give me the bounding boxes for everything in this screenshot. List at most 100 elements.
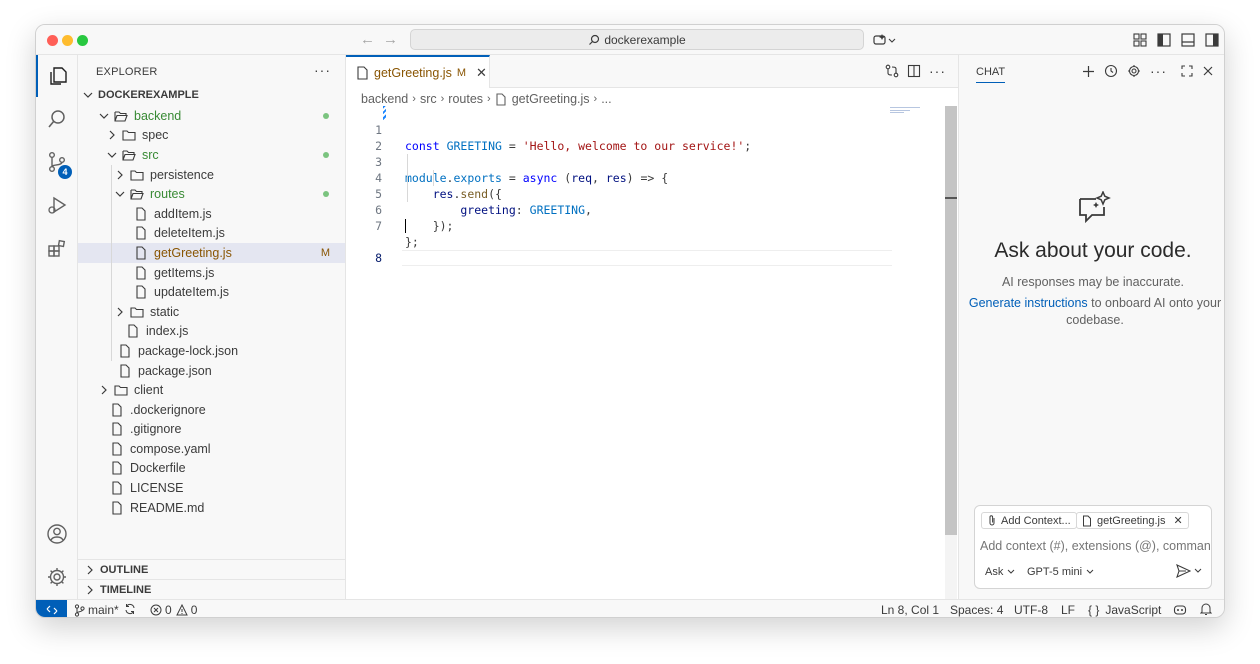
command-center-search[interactable]: dockerexample <box>410 29 864 50</box>
breadcrumb-item[interactable]: src <box>420 92 437 106</box>
tree-folder-item[interactable]: persistence <box>78 165 345 185</box>
tree-file-item[interactable]: .dockerignore <box>78 400 345 420</box>
encoding[interactable]: UTF-8 <box>1014 603 1048 617</box>
problems-indicator[interactable]: 0 0 <box>150 603 197 617</box>
copilot-icon <box>1173 605 1187 615</box>
tree-file-item[interactable]: README.md <box>78 498 345 518</box>
history-icon[interactable] <box>1104 64 1118 78</box>
editor-scrollbar-thumb[interactable] <box>945 106 957 535</box>
workspace-root[interactable]: DOCKEREXAMPLE <box>82 89 199 101</box>
indent-guide <box>111 165 112 361</box>
copilot-menu[interactable] <box>872 32 896 48</box>
gutter-change-indicator[interactable] <box>383 106 386 120</box>
language-mode[interactable]: { } JavaScript <box>1088 603 1161 617</box>
editor-area: getGreeting.js M ✕ ··· backend › src › r… <box>346 55 958 599</box>
explorer-more-actions[interactable]: ··· <box>314 62 331 78</box>
code-line: 4 res.send({ <box>346 154 946 201</box>
plus-icon[interactable] <box>1082 65 1095 78</box>
tree-file-item[interactable]: addItem.js <box>78 204 345 224</box>
tree-folder-item[interactable]: src <box>78 145 345 165</box>
chat-sparkle-icon <box>1079 191 1111 224</box>
accounts-activity[interactable] <box>36 513 78 555</box>
editor-tab-getgreeting[interactable]: getGreeting.js M ✕ <box>346 55 490 88</box>
run-debug-icon <box>48 196 67 214</box>
chat-tab[interactable]: CHAT <box>976 66 1006 83</box>
tree-file-item[interactable]: updateItem.js <box>78 282 345 302</box>
toggle-panel-icon[interactable] <box>1180 32 1196 48</box>
tree-item-label: static <box>150 304 180 319</box>
tree-file-item[interactable]: Dockerfile <box>78 459 345 479</box>
customize-layout-icon[interactable] <box>1132 32 1148 48</box>
generate-instructions-link[interactable]: Generate instructions <box>969 296 1088 310</box>
tree-item-label: getItems.js <box>154 265 215 280</box>
remote-indicator[interactable] <box>36 600 67 617</box>
tree-folder-item[interactable]: client <box>78 380 345 400</box>
breadcrumb-item[interactable]: routes <box>448 92 483 106</box>
tree-file-item[interactable]: .gitignore <box>78 420 345 440</box>
chat-input[interactable]: Add context (#), extensions (@), command… <box>980 539 1210 553</box>
tree-file-item[interactable]: deleteItem.js <box>78 224 345 244</box>
line-number: 8 <box>375 251 382 265</box>
tree-file-item[interactable]: package-lock.json <box>78 341 345 361</box>
notifications[interactable] <box>1200 603 1215 616</box>
tree-file-item[interactable]: LICENSE <box>78 478 345 498</box>
remove-context-button[interactable]: ✕ <box>1173 514 1182 527</box>
tree-folder-item[interactable]: routes <box>78 184 345 204</box>
branch-label: main* <box>88 603 119 617</box>
minimap-line <box>890 110 910 111</box>
outline-section[interactable]: OUTLINE <box>78 559 345 579</box>
branch-indicator[interactable]: main* <box>74 603 119 617</box>
send-button[interactable] <box>1176 564 1203 578</box>
source-control-activity[interactable]: 4 <box>36 141 78 183</box>
maximize-window-button[interactable] <box>77 35 88 46</box>
extensions-activity[interactable] <box>36 227 78 269</box>
tree-file-item[interactable]: compose.yaml <box>78 439 345 459</box>
code-editor[interactable]: 1 const GREETING = 'Hello, welcome to ou… <box>346 106 946 266</box>
run-debug-activity[interactable] <box>36 184 78 226</box>
tree-folder-item[interactable]: spec <box>78 126 345 146</box>
tab-close-button[interactable]: ✕ <box>476 65 487 81</box>
tree-file-item[interactable]: package.json <box>78 361 345 381</box>
folder-icon <box>130 307 144 318</box>
gear-icon[interactable] <box>1127 64 1141 78</box>
breadcrumb-item[interactable]: ... <box>601 92 611 106</box>
modified-badge: M <box>320 246 330 259</box>
tree-file-item[interactable]: getItems.js <box>78 263 345 283</box>
compare-changes-icon[interactable] <box>885 64 899 78</box>
close-icon[interactable] <box>1202 65 1214 77</box>
toggle-secondary-sidebar-icon[interactable] <box>1204 32 1220 48</box>
tree-file-item[interactable]: index.js <box>78 322 345 342</box>
cursor-position[interactable]: Ln 8, Col 1 <box>881 603 939 617</box>
minimize-window-button[interactable] <box>62 35 73 46</box>
add-context-button[interactable]: Add Context... <box>981 512 1077 529</box>
chat-mode-picker[interactable]: Ask <box>985 566 1016 578</box>
context-file-chip[interactable]: getGreeting.js ✕ <box>1076 512 1189 529</box>
tree-folder-item[interactable]: backend <box>78 106 345 126</box>
tree-item-label: LICENSE <box>130 481 184 496</box>
explorer-activity[interactable] <box>36 55 78 97</box>
chat-more-actions[interactable]: ··· <box>1150 63 1167 79</box>
toggle-primary-sidebar-icon[interactable] <box>1156 32 1172 48</box>
tree-folder-item[interactable]: static <box>78 302 345 322</box>
maximize-icon[interactable] <box>1181 65 1193 77</box>
folder-open-icon <box>114 111 128 122</box>
end-of-line[interactable]: LF <box>1061 603 1075 617</box>
indentation[interactable]: Spaces: 4 <box>950 603 1003 617</box>
back-arrow-icon[interactable]: ← <box>360 31 375 48</box>
model-picker[interactable]: GPT-5 mini <box>1027 566 1095 578</box>
status-dot <box>323 112 329 119</box>
search-activity[interactable] <box>36 98 78 140</box>
close-window-button[interactable] <box>47 35 58 46</box>
copilot-status[interactable] <box>1173 603 1190 616</box>
editor-more-actions[interactable]: ··· <box>929 63 946 79</box>
add-context-label: Add Context... <box>1001 514 1071 527</box>
tree-file-item[interactable]: getGreeting.js M <box>78 243 345 263</box>
breadcrumb-item[interactable]: getGreeting.js <box>512 92 590 106</box>
forward-arrow-icon[interactable]: → <box>383 31 398 48</box>
split-editor-icon[interactable] <box>907 64 921 78</box>
breadcrumb-item[interactable]: backend <box>361 92 408 106</box>
indent-guide <box>433 170 434 186</box>
manage-activity[interactable] <box>36 556 78 598</box>
timeline-section[interactable]: TIMELINE <box>78 579 345 599</box>
sync-button[interactable] <box>124 603 139 615</box>
